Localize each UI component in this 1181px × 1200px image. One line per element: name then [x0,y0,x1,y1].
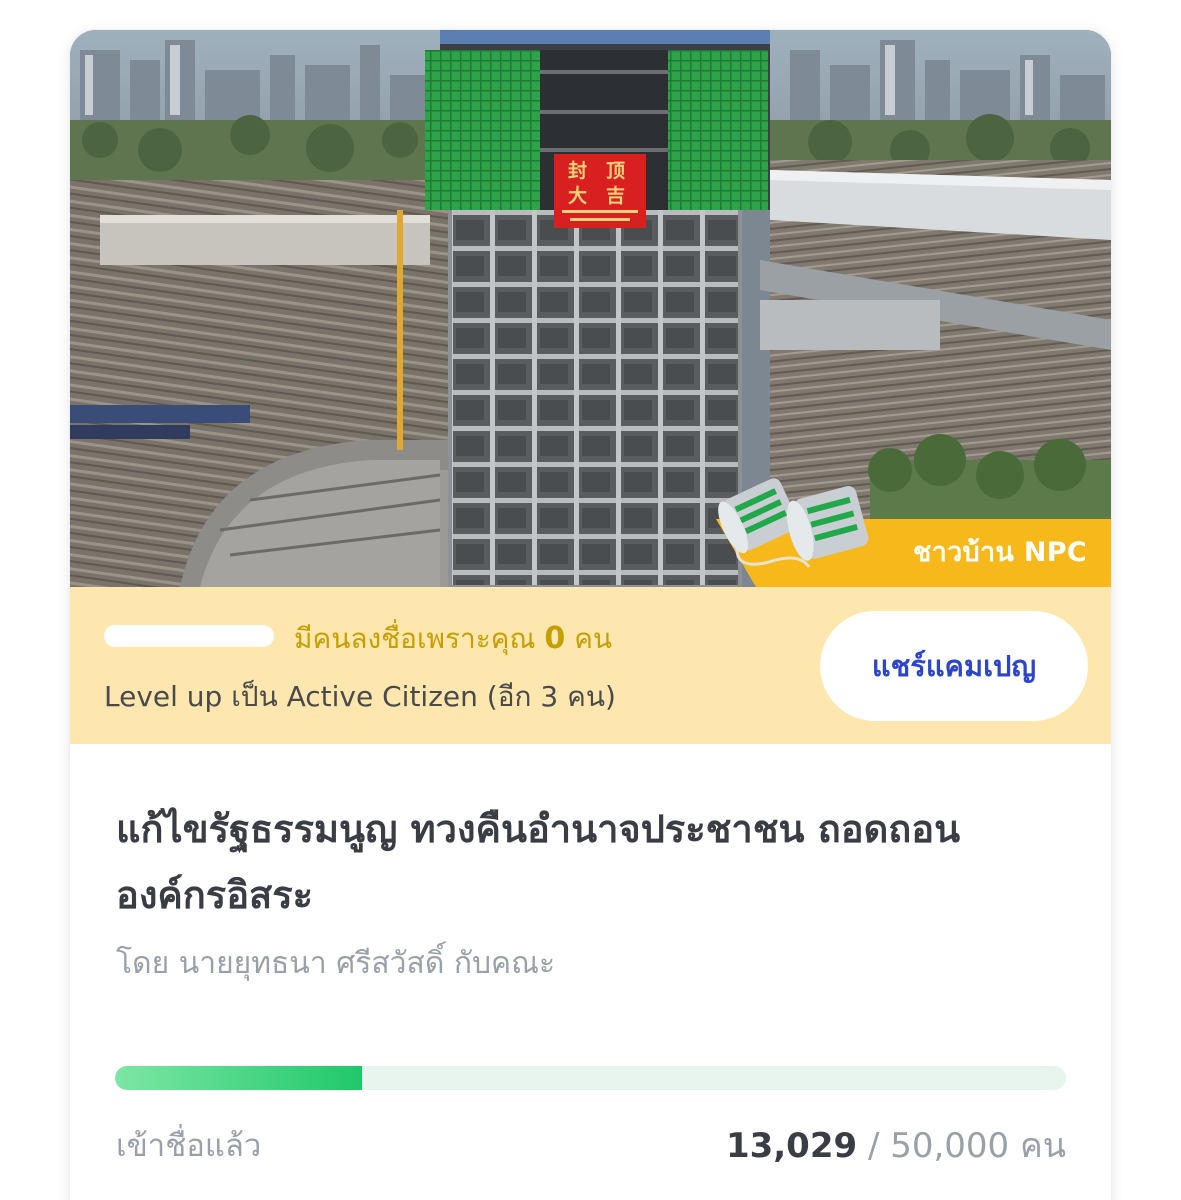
share-campaign-button[interactable]: แชร์แคมเปญ [820,611,1088,721]
campaign-details: แก้ไขรัฐธรรมนูญ ทวงคืนอำนาจประชาชน ถอดถอ… [70,744,1111,1200]
signature-current: 13,029 [725,1126,858,1166]
signature-progress-bar [115,1066,1066,1090]
construction-photo: 封 顶 大 吉 [70,30,1111,587]
referral-suffix: คน [574,622,613,655]
signature-goal: 50,000 [890,1126,1010,1166]
campaign-hero-image: 封 顶 大 吉 ชาวบ้าน NPC [70,30,1111,587]
level-up-text: Level up เป็น Active Citizen (อีก 3 คน) [104,680,616,713]
campaign-byline: โดย นายยุทธนา ศรีสวัสดิ์ กับคณะ [116,946,556,981]
referral-count-text: มีคนลงชื่อเพราะคุณ 0 คน [294,617,612,661]
svg-text:封: 封 [568,159,587,182]
referral-panel: มีคนลงชื่อเพราะคุณ 0 คน Level up เป็น Ac… [70,587,1111,744]
signature-count: 13,029 / 50,000 คน [726,1118,1066,1172]
page: 封 顶 大 吉 ชาวบ้าน NPC มีคนลงชื่อเพราะคุณ 0… [0,0,1181,1200]
signed-label: เข้าชื่อแล้ว [116,1128,262,1164]
campaign-title[interactable]: แก้ไขรัฐธรรมนูญ ทวงคืนอำนาจประชาชน ถอดถอ… [116,796,1016,928]
svg-text:顶: 顶 [606,160,625,182]
tin-can-phone-icon [699,467,889,587]
referral-count: 0 [544,621,566,656]
signature-progress-fill [115,1066,363,1090]
referral-prefix: มีคนลงชื่อเพราะคุณ [294,622,536,655]
svg-text:吉: 吉 [606,184,625,207]
masked-username [104,625,274,647]
campaign-card[interactable]: 封 顶 大 吉 ชาวบ้าน NPC มีคนลงชื่อเพราะคุณ 0… [70,30,1111,1200]
svg-text:大: 大 [568,184,587,207]
signature-unit: คน [1020,1126,1066,1166]
signature-separator: / [857,1126,891,1166]
npc-badge-label: ชาวบ้าน NPC [912,537,1087,568]
